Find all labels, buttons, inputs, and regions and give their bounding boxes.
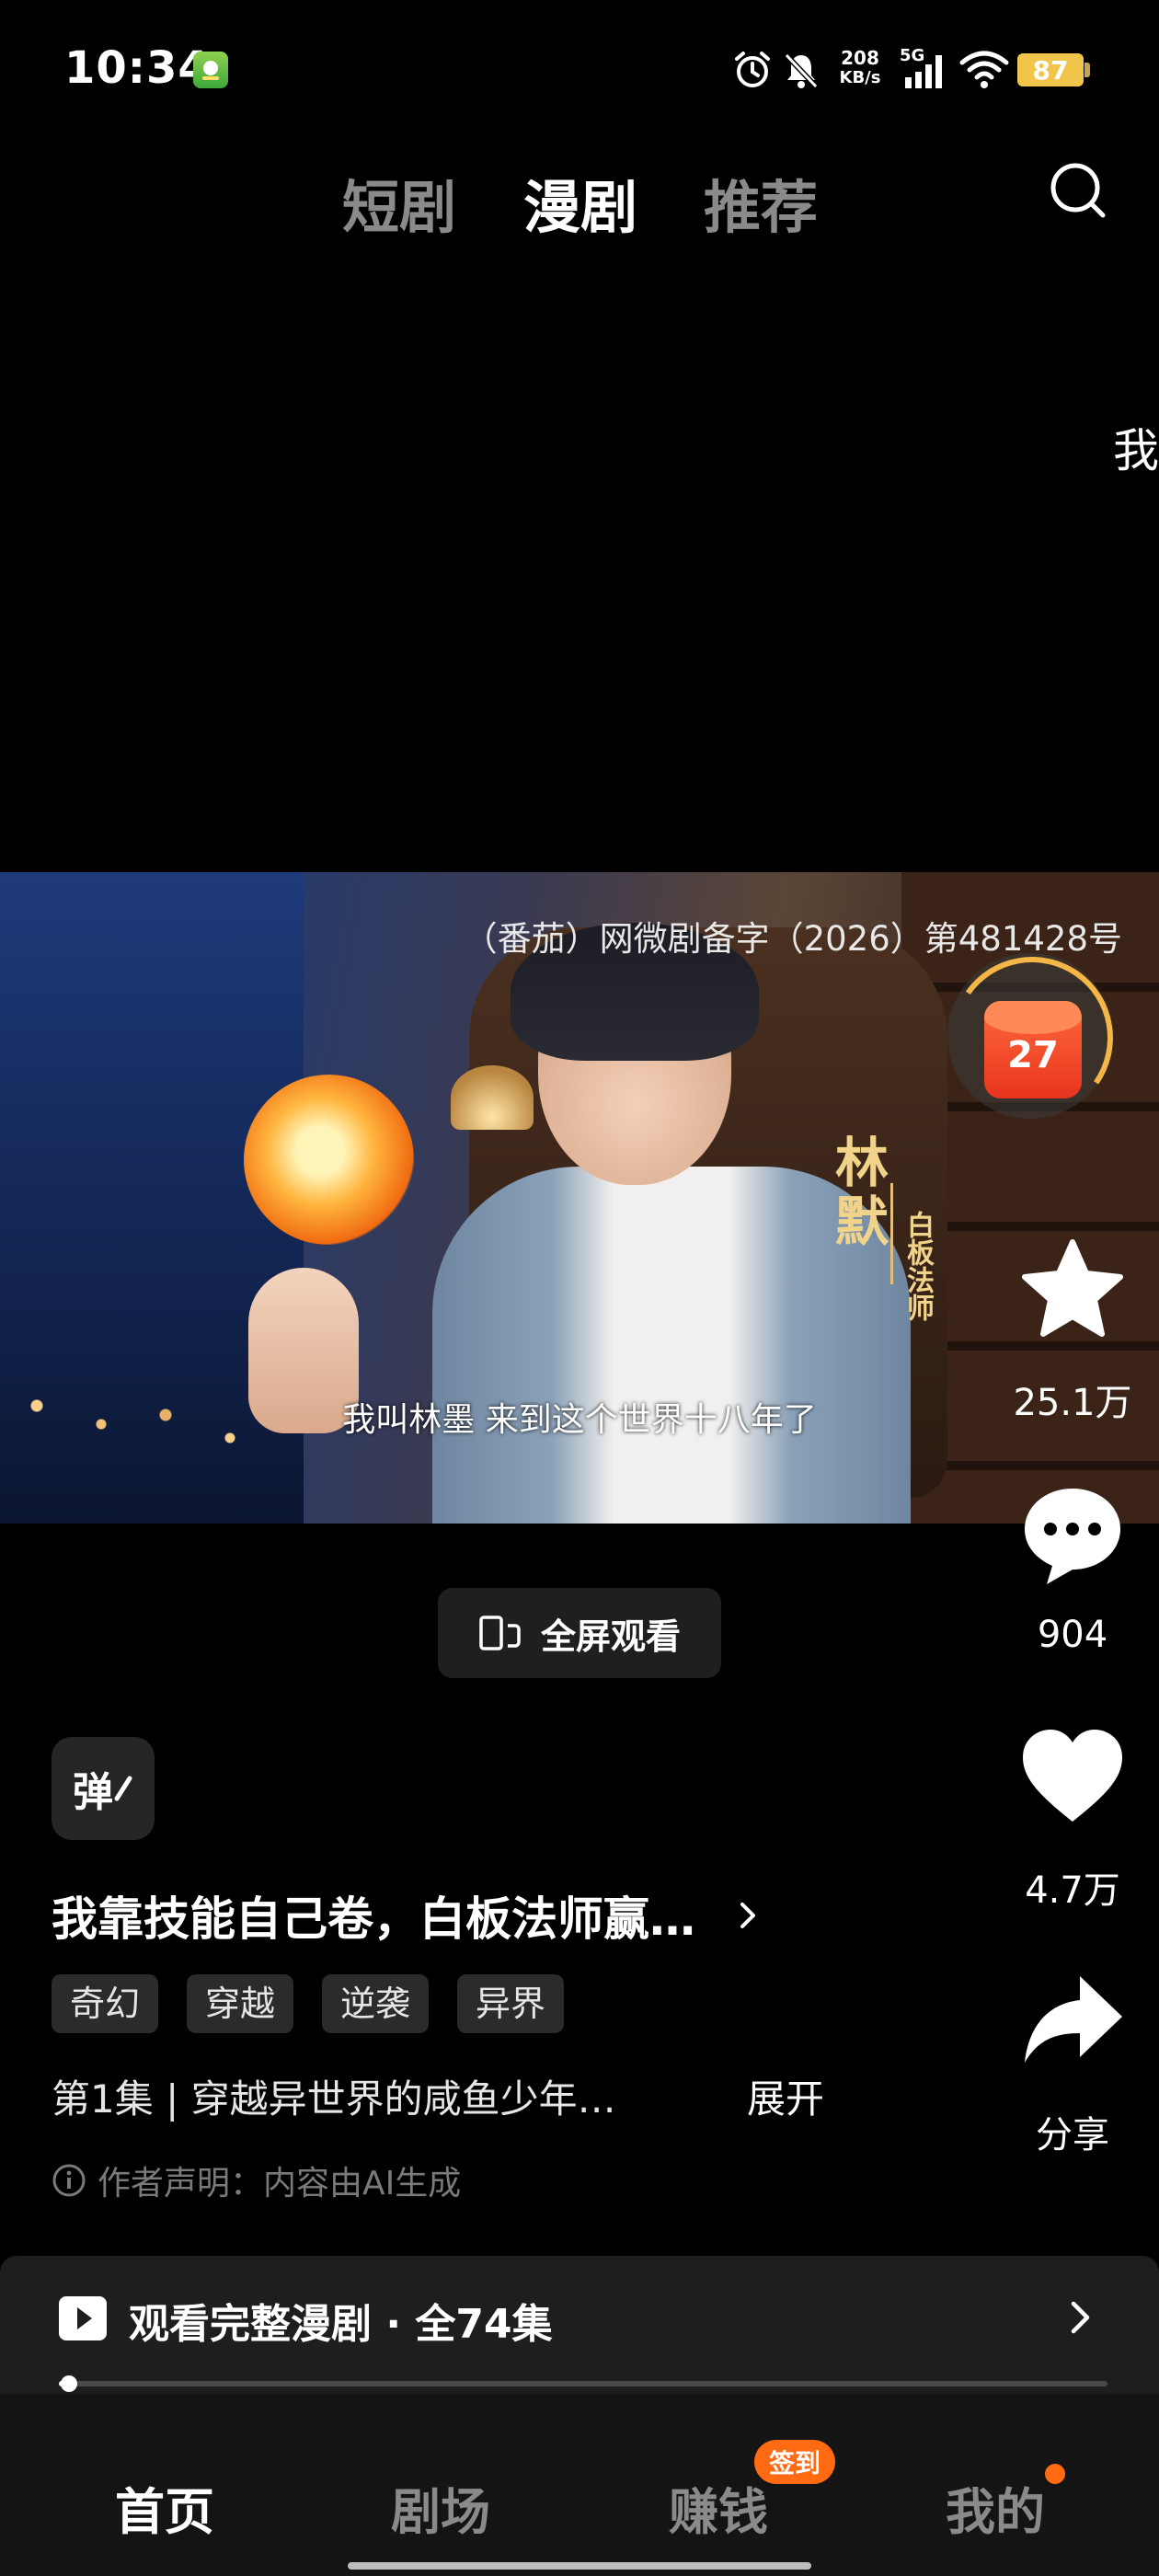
- like-count: 4.7万: [1025, 1869, 1120, 1912]
- play-icon: [59, 2296, 107, 2340]
- tag-comeback[interactable]: 逆袭: [322, 1974, 430, 2033]
- video-bg-lamp: [451, 1065, 534, 1130]
- chevron-right-icon: [1071, 2301, 1090, 2334]
- tab-short-drama[interactable]: 短剧: [342, 161, 456, 244]
- nav-me[interactable]: 我的: [946, 2471, 1045, 2544]
- red-packet-count: 27: [1007, 1034, 1059, 1076]
- character-name: 林默: [826, 1134, 889, 1252]
- drama-title: 我靠技能自己卷，白板法师赢…: [52, 1892, 695, 1946]
- episode-description: 第1集 | 穿越异世界的咸鱼少年…: [52, 2076, 616, 2122]
- danmu-label: 弹: [73, 1769, 113, 1816]
- fullscreen-button[interactable]: 全屏观看: [438, 1588, 721, 1678]
- notification-dot: [1045, 2464, 1065, 2484]
- character-title: 白板法师: [901, 1211, 934, 1321]
- status-time: 10:34: [64, 42, 210, 94]
- red-packet-flap: [984, 1001, 1082, 1034]
- nav-theater[interactable]: 剧场: [391, 2471, 490, 2544]
- signal-icon: [905, 55, 942, 88]
- watch-full-series-label: 观看完整漫剧 · 全74集: [129, 2301, 553, 2348]
- wifi-icon: [959, 51, 1009, 88]
- alarm-icon: [735, 52, 770, 87]
- tag-other-world[interactable]: 异界: [457, 1974, 565, 2033]
- tab-recommend[interactable]: 推荐: [704, 161, 818, 244]
- expand-button[interactable]: 展开: [747, 2068, 824, 2124]
- info-icon: [52, 2164, 86, 2197]
- tab-comic-drama[interactable]: 漫剧: [523, 161, 637, 244]
- red-packet-icon[interactable]: 27: [938, 944, 1126, 1132]
- app-notification-icon: [193, 52, 228, 88]
- nav-earn[interactable]: 赚钱: [669, 2471, 768, 2544]
- battery-nub: [1084, 63, 1090, 77]
- ai-declaration-text: 作者声明：内容由AI生成: [98, 2165, 462, 2202]
- bottom-nav: 首页 剧场 赚钱 签到 我的: [0, 2394, 1159, 2576]
- battery-icon: 87: [1017, 53, 1084, 86]
- ai-declaration: 作者声明：内容由AI生成: [52, 2156, 461, 2204]
- video-subtitle: 我叫林墨 来到这个世界十八年了: [342, 1401, 817, 1439]
- network-speed-value: 208: [841, 47, 879, 69]
- mute-icon: [784, 52, 819, 89]
- search-icon[interactable]: [1046, 158, 1110, 223]
- share-icon[interactable]: [1019, 1971, 1126, 2072]
- favorite-count: 25.1万: [1013, 1382, 1132, 1424]
- signin-badge[interactable]: 签到: [754, 2440, 836, 2484]
- heart-icon[interactable]: [1019, 1726, 1126, 1827]
- watch-full-series-bar[interactable]: 观看完整漫剧 · 全74集: [0, 2256, 1159, 2394]
- video-progress-track[interactable]: [59, 2381, 1107, 2386]
- video-fireball: [244, 1075, 414, 1245]
- floating-text: 我: [1113, 424, 1159, 477]
- network-speed: 208 KB/s: [832, 48, 888, 88]
- battery-level: 87: [1032, 54, 1069, 86]
- character-name-divider: [890, 1183, 893, 1284]
- tag-fantasy[interactable]: 奇幻: [52, 1974, 159, 2033]
- comment-count: 904: [1037, 1614, 1108, 1656]
- fullscreen-label: 全屏观看: [540, 1616, 681, 1657]
- pen-icon: [114, 1776, 132, 1801]
- comment-icon[interactable]: [1019, 1481, 1126, 1592]
- chevron-right-icon: [740, 1903, 755, 1928]
- video-progress-handle[interactable]: [61, 2375, 78, 2392]
- danmu-button[interactable]: 弹: [52, 1737, 155, 1840]
- share-label: 分享: [1036, 2114, 1109, 2156]
- nav-home[interactable]: 首页: [115, 2471, 214, 2544]
- tag-time-travel[interactable]: 穿越: [187, 1974, 294, 2033]
- drama-title-link[interactable]: 我靠技能自己卷，白板法师赢…: [52, 1882, 760, 1949]
- rotate-screen-icon: [479, 1616, 521, 1650]
- star-icon[interactable]: [1019, 1236, 1126, 1343]
- home-indicator[interactable]: [348, 2562, 811, 2570]
- network-speed-unit: KB/s: [839, 68, 881, 87]
